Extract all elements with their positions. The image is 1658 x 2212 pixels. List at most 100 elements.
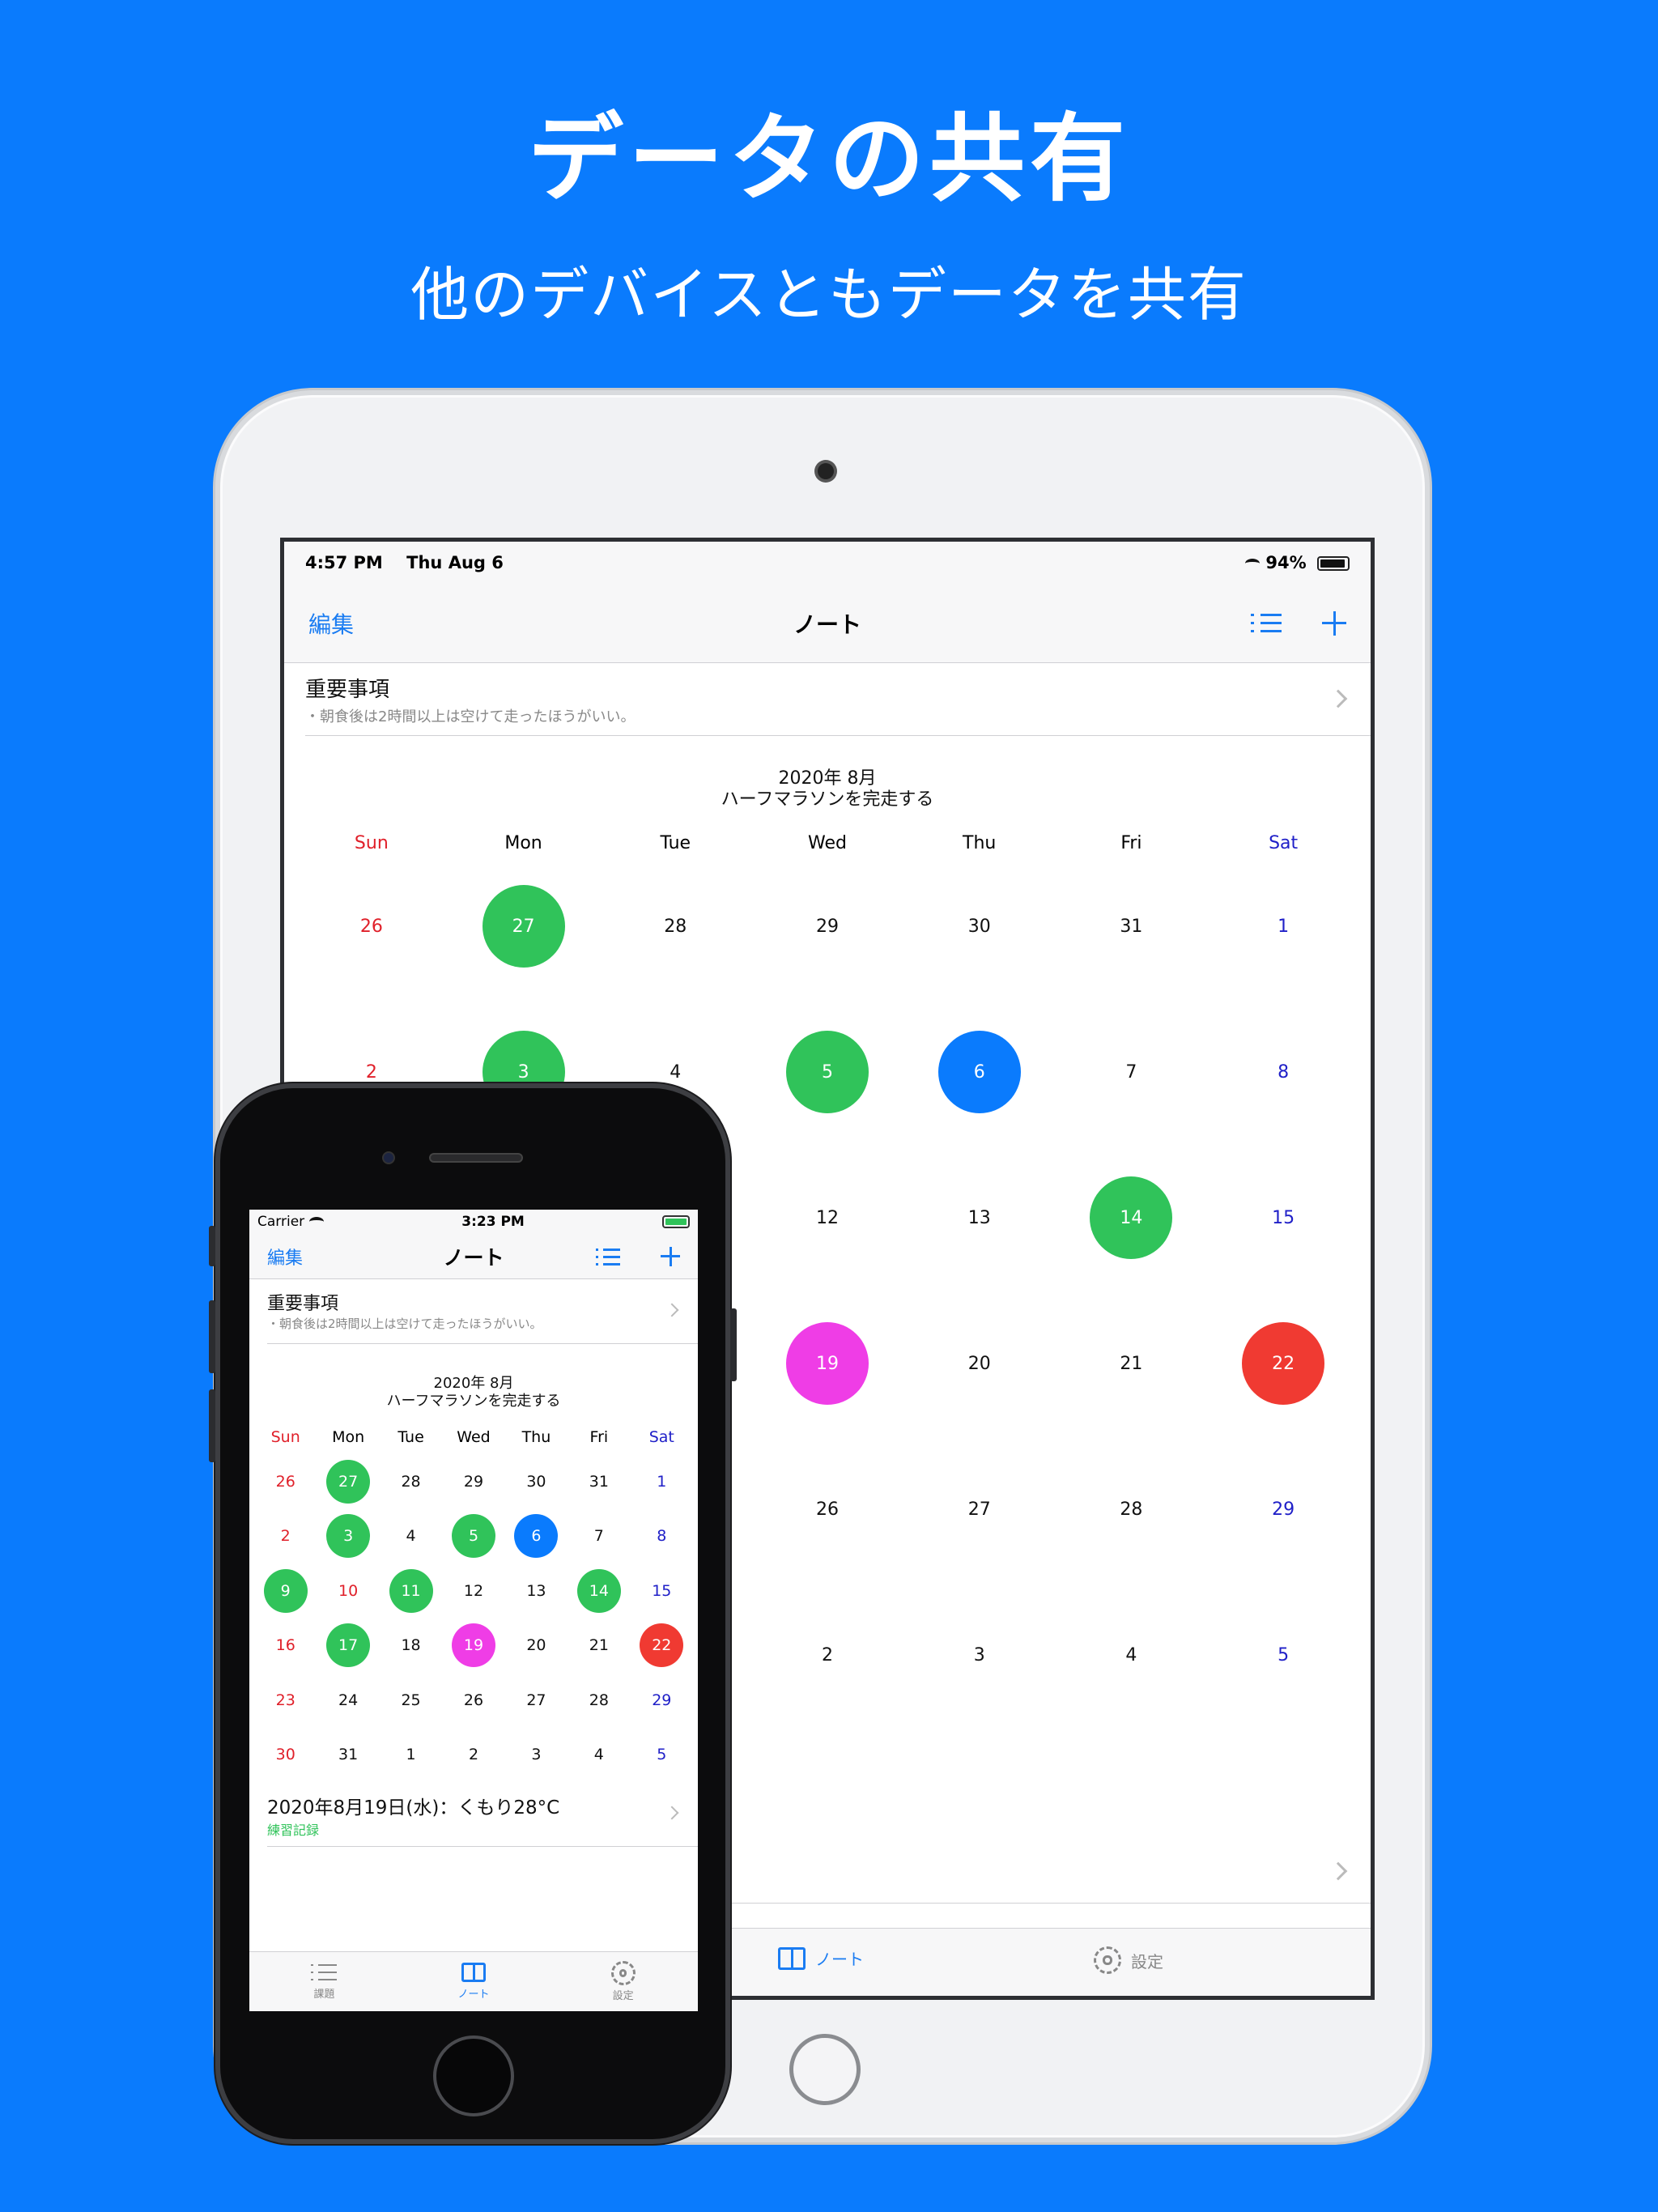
calendar-cell[interactable]: 5: [631, 1728, 693, 1783]
calendar-cell[interactable]: 7: [568, 1509, 630, 1564]
iphone-home-button[interactable]: [433, 2035, 514, 2116]
calendar-cell[interactable]: 22: [1207, 1291, 1359, 1436]
calendar-cell[interactable]: 8: [1207, 999, 1359, 1145]
calendar-cell[interactable]: 30: [903, 853, 1056, 999]
calendar-cell[interactable]: 5: [442, 1509, 504, 1564]
important-row[interactable]: 重要事項 ・朝食後は2時間以上は空けて走ったほうがいい。: [305, 663, 1371, 736]
calendar-cell[interactable]: 21: [1056, 1291, 1208, 1436]
calendar-cell[interactable]: 2: [442, 1728, 504, 1783]
calendar-cell[interactable]: 3: [317, 1509, 379, 1564]
calendar-day: 2: [468, 1746, 479, 1764]
edit-button[interactable]: 編集: [267, 1244, 303, 1270]
calendar-cell[interactable]: 16: [254, 1619, 317, 1674]
calendar-cell[interactable]: 20: [903, 1291, 1056, 1436]
calendar-cell[interactable]: 6: [903, 999, 1056, 1145]
calendar-cell[interactable]: 6: [505, 1509, 568, 1564]
calendar-cell[interactable]: 29: [1207, 1436, 1359, 1582]
calendar-cell[interactable]: 2: [254, 1509, 317, 1564]
calendar-day: 30: [526, 1472, 546, 1491]
calendar-day: 2: [280, 1527, 291, 1546]
calendar-cell[interactable]: 27: [317, 1454, 379, 1509]
calendar-cell[interactable]: 26: [751, 1436, 903, 1582]
tab-settings[interactable]: 設定: [548, 1952, 698, 2011]
calendar-cell[interactable]: 29: [751, 853, 903, 999]
calendar-day: 7: [593, 1527, 604, 1546]
calendar-cell[interactable]: 29: [631, 1673, 693, 1728]
calendar-cell[interactable]: 12: [751, 1145, 903, 1291]
weekday-mon: Mon: [332, 1428, 365, 1446]
edit-button[interactable]: 編集: [308, 607, 354, 640]
tab-note[interactable]: ノート: [778, 1946, 864, 1970]
plus-icon[interactable]: [661, 1246, 680, 1266]
important-row[interactable]: 重要事項 ・朝食後は2時間以上は空けて走ったほうがいい。: [267, 1279, 698, 1344]
calendar-cell[interactable]: 4: [380, 1509, 442, 1564]
calendar-cell[interactable]: 5: [1207, 1582, 1359, 1728]
calendar-cell[interactable]: 22: [631, 1619, 693, 1674]
calendar-cell[interactable]: 15: [631, 1563, 693, 1619]
calendar-cell[interactable]: 26: [442, 1673, 504, 1728]
calendar-day: 3: [531, 1746, 542, 1764]
calendar-cell[interactable]: 27: [505, 1673, 568, 1728]
calendar-cell[interactable]: 12: [442, 1563, 504, 1619]
calendar-cell[interactable]: 25: [380, 1673, 442, 1728]
calendar-cell[interactable]: 1: [380, 1728, 442, 1783]
calendar-cell[interactable]: 4: [1056, 1582, 1208, 1728]
calendar-cell[interactable]: 3: [505, 1728, 568, 1783]
status-time: 4:57 PM: [305, 553, 383, 572]
calendar-cell[interactable]: 27: [903, 1436, 1056, 1582]
calendar-cell[interactable]: 28: [1056, 1436, 1208, 1582]
calendar-cell[interactable]: 15: [1207, 1145, 1359, 1291]
calendar-cell[interactable]: 9: [254, 1563, 317, 1619]
calendar-cell[interactable]: 17: [317, 1619, 379, 1674]
calendar-cell[interactable]: 19: [442, 1619, 504, 1674]
detail-row[interactable]: 2020年8月19日(水)：くもり28°C 練習記録: [267, 1782, 698, 1847]
calendar-cell[interactable]: 1: [1207, 853, 1359, 999]
calendar-cell[interactable]: 5: [751, 999, 903, 1145]
tab-settings[interactable]: 設定: [1094, 1946, 1163, 1974]
tab-note[interactable]: ノート: [399, 1952, 549, 2011]
calendar-cell[interactable]: 14: [1056, 1145, 1208, 1291]
list-icon[interactable]: [1251, 612, 1282, 635]
calendar-cell[interactable]: 18: [380, 1619, 442, 1674]
calendar-cell[interactable]: 8: [631, 1509, 693, 1564]
calendar-cell[interactable]: 30: [505, 1454, 568, 1509]
calendar-cell[interactable]: 28: [380, 1454, 442, 1509]
calendar-cell[interactable]: 26: [295, 853, 448, 999]
weekday-sun: Sun: [354, 833, 389, 853]
calendar-day: 20: [526, 1636, 546, 1655]
calendar-cell[interactable]: 24: [317, 1673, 379, 1728]
calendar-day: 2: [821, 1644, 833, 1665]
calendar-cell[interactable]: 4: [568, 1728, 630, 1783]
calendar-day: 28: [589, 1691, 609, 1709]
calendar-cell[interactable]: 13: [903, 1145, 1056, 1291]
calendar-cell[interactable]: 30: [254, 1728, 317, 1783]
calendar-cell[interactable]: 7: [1056, 999, 1208, 1145]
calendar-cell[interactable]: 2: [751, 1582, 903, 1728]
calendar-cell[interactable]: 29: [442, 1454, 504, 1509]
list-icon[interactable]: [596, 1248, 620, 1266]
power-button: [730, 1308, 737, 1381]
calendar-cell[interactable]: 21: [568, 1619, 630, 1674]
calendar-cell[interactable]: 19: [751, 1291, 903, 1436]
calendar-cell[interactable]: 20: [505, 1619, 568, 1674]
calendar-cell[interactable]: 10: [317, 1563, 379, 1619]
calendar-cell[interactable]: 31: [568, 1454, 630, 1509]
calendar-day: 30: [967, 916, 991, 937]
calendar-cell[interactable]: 11: [380, 1563, 442, 1619]
calendar-cell[interactable]: 26: [254, 1454, 317, 1509]
calendar-cell[interactable]: 28: [568, 1673, 630, 1728]
ipad-home-button[interactable]: [789, 2034, 861, 2105]
calendar-cell[interactable]: 31: [317, 1728, 379, 1783]
calendar-day: 1: [406, 1746, 416, 1764]
calendar-cell[interactable]: 13: [505, 1563, 568, 1619]
tab-tasks[interactable]: 課題: [249, 1952, 399, 2011]
chevron-right-icon: [1329, 1861, 1348, 1881]
calendar-cell[interactable]: 14: [568, 1563, 630, 1619]
plus-icon[interactable]: [1322, 610, 1346, 636]
calendar-cell[interactable]: 23: [254, 1673, 317, 1728]
calendar-cell[interactable]: 1: [631, 1454, 693, 1509]
calendar-cell[interactable]: 28: [599, 853, 751, 999]
calendar-cell[interactable]: 3: [903, 1582, 1056, 1728]
calendar-cell[interactable]: 27: [448, 853, 600, 999]
calendar-cell[interactable]: 31: [1056, 853, 1208, 999]
